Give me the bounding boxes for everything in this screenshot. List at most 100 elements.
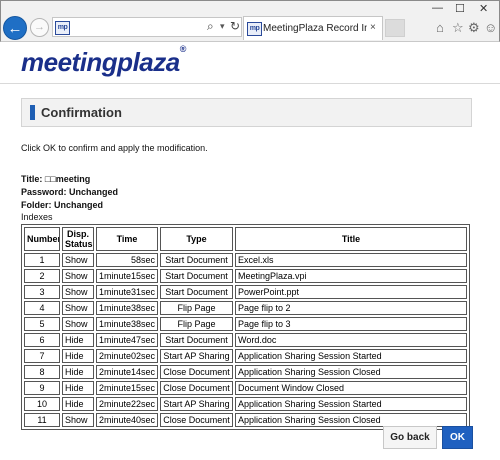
cell-title: Application Sharing Session Closed [235, 365, 467, 379]
meetingplaza-logo: meetingplaza® [21, 44, 187, 78]
cell-disp-status: Hide [62, 349, 94, 363]
cell-time: 58sec [96, 253, 158, 267]
cell-time: 2minute02sec [96, 349, 158, 363]
minimize-icon[interactable]: — [432, 2, 443, 14]
cell-number: 1 [24, 253, 60, 267]
table-row: 4 Show 1minute38sec Flip Page Page flip to 2 [24, 301, 467, 315]
table-row: 11 Show 2minute40sec Close Document Applicat… [24, 413, 467, 427]
site-favicon-icon: mp [55, 21, 70, 35]
cell-time: 1minute38sec [96, 301, 158, 315]
cell-number: 5 [24, 317, 60, 331]
cell-number: 2 [24, 269, 60, 283]
cell-number: 8 [24, 365, 60, 379]
go-back-button[interactable]: Go back [383, 426, 437, 449]
cell-number: 9 [24, 381, 60, 395]
column-header-type: Type [160, 227, 233, 251]
tab-title: MeetingPlaza Record Infor... [263, 23, 367, 34]
table-row: 5 Show 1minute38sec Flip Page Page flip to 3 [24, 317, 467, 331]
cell-time: 1minute38sec [96, 317, 158, 331]
table-row: 9 Hide 2minute15sec Close Document Document … [24, 381, 467, 395]
cell-title: Application Sharing Session Started [235, 397, 467, 411]
cell-time: 1minute15sec [96, 269, 158, 283]
column-header-time: Time [96, 227, 158, 251]
header-divider [0, 83, 500, 84]
cell-type: Close Document [160, 381, 233, 395]
table-row: 7 Hide 2minute02sec Start AP Sharing Applica… [24, 349, 467, 363]
indexes-table: Number Disp. Status Time Type Title 1 Sho… [21, 224, 470, 430]
registered-mark: ® [179, 44, 187, 55]
cell-time: 2minute22sec [96, 397, 158, 411]
cell-type: Start Document [160, 253, 233, 267]
cell-type: Flip Page [160, 317, 233, 331]
cell-number: 3 [24, 285, 60, 299]
cell-time: 1minute31sec [96, 285, 158, 299]
cell-disp-status: Hide [62, 333, 94, 347]
page-title: Confirmation [41, 105, 122, 120]
cell-type: Start AP Sharing [160, 397, 233, 411]
cell-number: 11 [24, 413, 60, 427]
refresh-icon[interactable]: ↻ [230, 19, 240, 33]
new-tab-button[interactable] [385, 19, 405, 37]
confirmation-header: Confirmation [21, 98, 472, 127]
cell-title: PowerPoint.ppt [235, 285, 467, 299]
cell-disp-status: Show [62, 285, 94, 299]
cell-time: 2minute40sec [96, 413, 158, 427]
cell-title: Page flip to 2 [235, 301, 467, 315]
chevron-down-icon[interactable]: ▾ [220, 21, 225, 32]
cell-disp-status: Show [62, 269, 94, 283]
cell-type: Start Document [160, 333, 233, 347]
ok-button[interactable]: OK [442, 426, 473, 449]
back-arrow-icon[interactable]: ← [3, 16, 27, 40]
cell-type: Close Document [160, 413, 233, 427]
browser-chrome: ← → mp ⌕ ▾ ↻ mp MeetingPlaza Record Info… [0, 0, 500, 42]
cell-title: Word.doc [235, 333, 467, 347]
cell-number: 4 [24, 301, 60, 315]
home-icon[interactable]: ⌂ [436, 20, 444, 35]
window-close-icon[interactable]: ✕ [479, 2, 488, 15]
maximize-icon[interactable]: ☐ [455, 2, 465, 15]
column-header-disp-status: Disp. Status [62, 227, 94, 251]
cell-type: Start AP Sharing [160, 349, 233, 363]
logo-text: meetingplaza [21, 47, 180, 77]
browser-tab[interactable]: mp MeetingPlaza Record Infor... × [243, 16, 383, 40]
cell-disp-status: Show [62, 301, 94, 315]
cell-type: Flip Page [160, 301, 233, 315]
table-row: 3 Show 1minute31sec Start Document PowerPoin… [24, 285, 467, 299]
cell-disp-status: Show [62, 317, 94, 331]
favorites-star-icon[interactable]: ☆ [452, 20, 464, 36]
instruction-text: Click OK to confirm and apply the modifi… [21, 143, 208, 153]
cell-disp-status: Hide [62, 381, 94, 395]
feedback-smiley-icon[interactable]: ☺ [484, 20, 497, 35]
cell-number: 7 [24, 349, 60, 363]
cell-disp-status: Show [62, 413, 94, 427]
search-icon[interactable]: ⌕ [207, 19, 214, 34]
column-header-number: Number [24, 227, 60, 251]
cell-disp-status: Show [62, 253, 94, 267]
cell-type: Start Document [160, 285, 233, 299]
cell-disp-status: Hide [62, 365, 94, 379]
cell-number: 6 [24, 333, 60, 347]
table-header-row: Number Disp. Status Time Type Title [24, 227, 467, 251]
table-row: 8 Hide 2minute14sec Close Document Applicati… [24, 365, 467, 379]
cell-title: Application Sharing Session Closed [235, 413, 467, 427]
indexes-label: Indexes [21, 212, 53, 222]
table-row: 1 Show 58sec Start Document Excel.xls [24, 253, 467, 267]
settings-gear-icon[interactable]: ⚙ [468, 20, 480, 36]
cell-title: Page flip to 3 [235, 317, 467, 331]
tab-close-icon[interactable]: × [370, 22, 376, 33]
column-header-title: Title [235, 227, 467, 251]
password-field: Password: Unchanged [21, 187, 119, 197]
cell-title: Document Window Closed [235, 381, 467, 395]
forward-arrow-icon[interactable]: → [30, 18, 49, 37]
cell-disp-status: Hide [62, 397, 94, 411]
cell-type: Start Document [160, 269, 233, 283]
header-accent-bar [30, 105, 35, 120]
folder-field: Folder: Unchanged [21, 200, 104, 210]
cell-time: 2minute14sec [96, 365, 158, 379]
title-field: Title: □□meeting [21, 174, 91, 184]
table-row: 6 Hide 1minute47sec Start Document Word.doc [24, 333, 467, 347]
cell-time: 1minute47sec [96, 333, 158, 347]
cell-number: 10 [24, 397, 60, 411]
cell-title: MeetingPlaza.vpi [235, 269, 467, 283]
address-bar[interactable]: mp ⌕ ▾ ↻ [52, 17, 242, 37]
